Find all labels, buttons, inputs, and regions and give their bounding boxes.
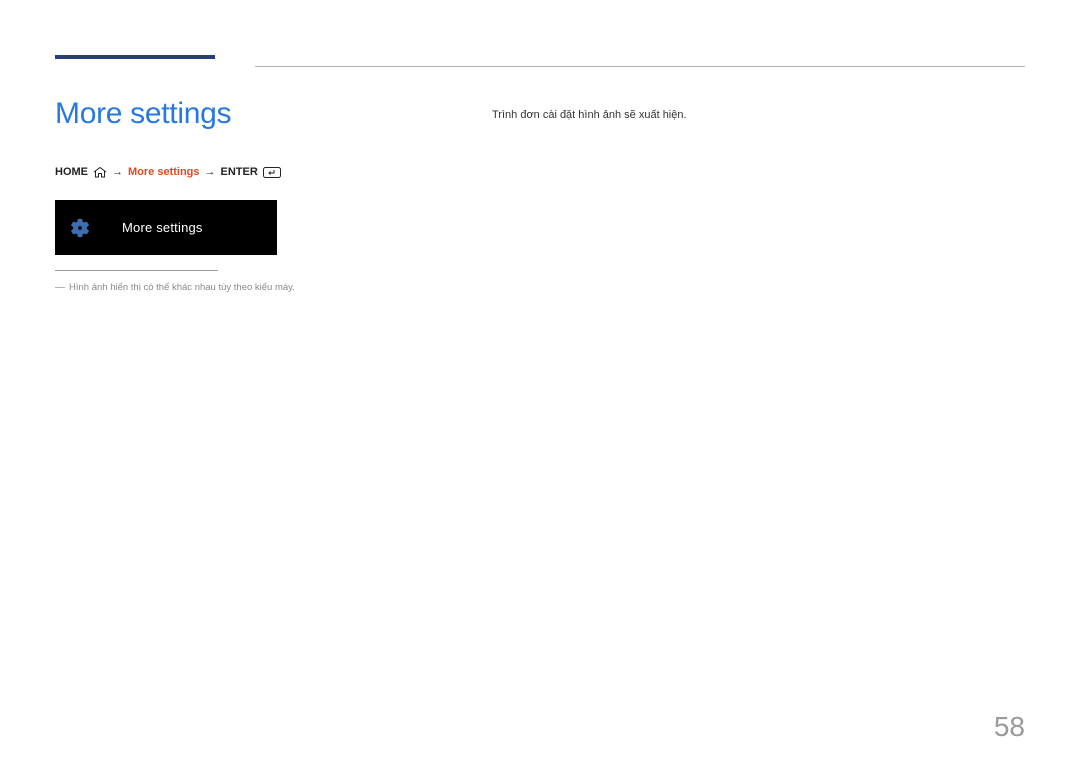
- horizontal-divider: [255, 66, 1025, 67]
- breadcrumb: HOME → More settings → ENTER: [55, 166, 455, 178]
- arrow-1: →: [112, 166, 123, 178]
- menu-label: More settings: [122, 220, 203, 235]
- menu-item-more-settings: More settings: [55, 200, 277, 255]
- right-column: Trình đơn cài đặt hình ảnh sẽ xuất hiện.: [492, 97, 1025, 295]
- footnote: ― Hình ảnh hiển thị có thể khác nhau tùy…: [55, 281, 455, 295]
- gear-icon: [68, 216, 92, 240]
- sub-divider: [55, 270, 218, 271]
- breadcrumb-enter: ENTER: [221, 166, 258, 178]
- content-columns: More settings HOME → More settings → ENT…: [55, 97, 1025, 295]
- footnote-text: Hình ảnh hiển thị có thể khác nhau tùy t…: [69, 281, 295, 294]
- page-title: More settings: [55, 97, 455, 131]
- page-number: 58: [994, 711, 1025, 743]
- breadcrumb-step: More settings: [128, 166, 200, 178]
- arrow-2: →: [205, 166, 216, 178]
- accent-bar: [55, 55, 215, 59]
- footnote-dash: ―: [55, 281, 65, 295]
- description-text: Trình đơn cài đặt hình ảnh sẽ xuất hiện.: [492, 107, 1025, 124]
- left-column: More settings HOME → More settings → ENT…: [55, 97, 455, 295]
- home-icon: [93, 167, 107, 178]
- page-container: More settings HOME → More settings → ENT…: [0, 0, 1080, 763]
- breadcrumb-home: HOME: [55, 166, 88, 178]
- enter-icon: [263, 167, 281, 178]
